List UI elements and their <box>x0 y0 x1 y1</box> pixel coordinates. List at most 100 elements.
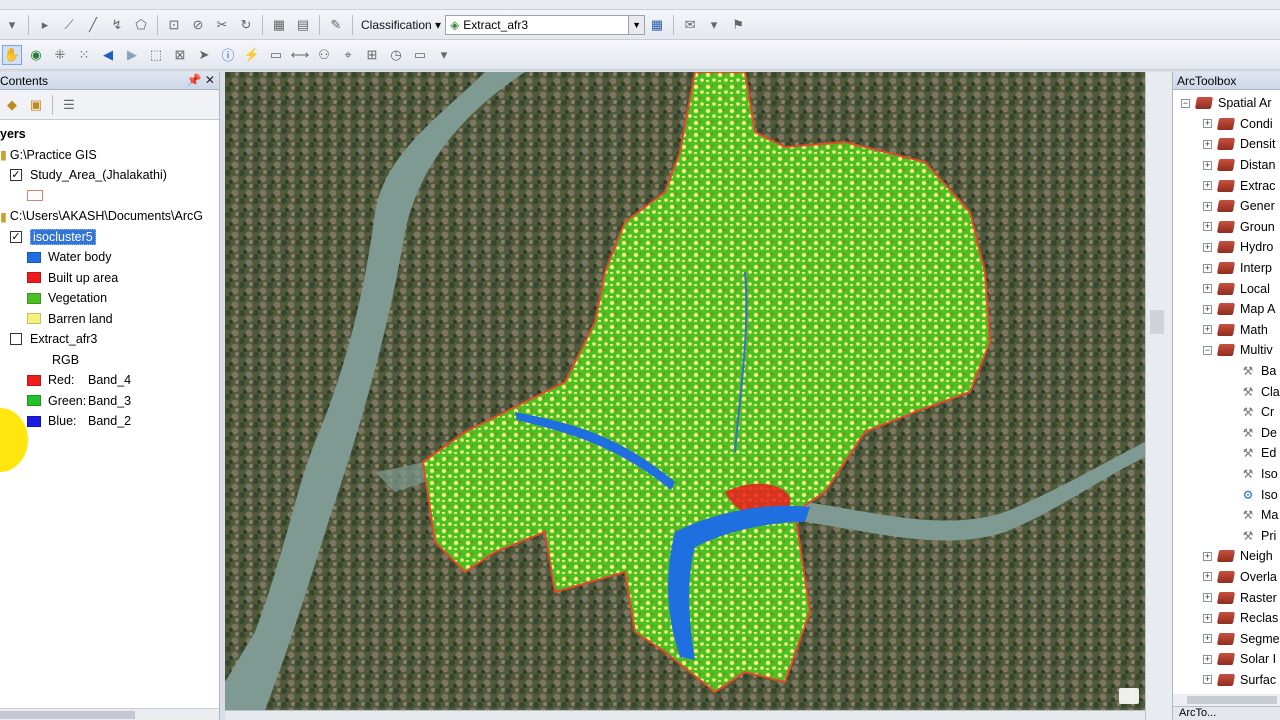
dropdown-arrow-icon[interactable]: ▾ <box>2 15 22 35</box>
map-tips-icon[interactable] <box>1119 688 1139 704</box>
list-by-source-icon[interactable]: ▣ <box>26 95 46 115</box>
toolset-item[interactable]: + Groun <box>1173 217 1280 238</box>
toolset-item[interactable]: + Segme <box>1173 628 1280 649</box>
tool-item[interactable]: ⚙ Iso <box>1173 484 1280 505</box>
rotate-tool-icon[interactable]: ↻ <box>236 15 256 35</box>
tool-item[interactable]: ⚒ Ba <box>1173 361 1280 382</box>
toolset-item[interactable]: + Reclas <box>1173 608 1280 629</box>
select-features-icon[interactable]: ⬚ <box>146 45 166 65</box>
layer-extract[interactable]: Extract_afr3 <box>0 329 219 350</box>
globe-icon[interactable]: ◉ <box>26 45 46 65</box>
chevron-down-icon[interactable]: ▾ <box>434 45 454 65</box>
sketch-properties-icon[interactable]: ▤ <box>293 15 313 35</box>
tool-item[interactable]: ⚒ Ed <box>1173 443 1280 464</box>
legend-class-row[interactable]: Barren land <box>0 309 219 330</box>
vertex-tool-icon[interactable]: ⊡ <box>164 15 184 35</box>
legend-class-row[interactable]: Vegetation <box>0 288 219 309</box>
select-elements-arrow-icon[interactable]: ➤ <box>194 45 214 65</box>
map-view[interactable] <box>225 72 1145 710</box>
toolset-item[interactable]: + Solar I <box>1173 649 1280 670</box>
toolset-item[interactable]: + Distan <box>1173 155 1280 176</box>
toolset-item[interactable]: + Interp <box>1173 258 1280 279</box>
envelope-icon[interactable]: ✉ <box>680 15 700 35</box>
toolset-item[interactable]: + Surfac <box>1173 670 1280 691</box>
scroll-thumb[interactable] <box>1187 696 1277 704</box>
splitter-handle[interactable] <box>1150 310 1164 334</box>
toolset-item[interactable]: + Hydro <box>1173 237 1280 258</box>
chevron-down-icon[interactable]: ▼ <box>628 15 645 34</box>
band-row[interactable]: Blue: Band_2 <box>0 411 219 432</box>
clear-selection-icon[interactable]: ⊠ <box>170 45 190 65</box>
toc-horizontal-scrollbar[interactable] <box>0 708 219 720</box>
back-arrow-icon[interactable]: ◀ <box>98 45 118 65</box>
expand-icon[interactable]: + <box>1203 613 1212 623</box>
expand-icon[interactable]: + <box>1203 222 1212 232</box>
create-features-icon[interactable]: ✎ <box>326 15 346 35</box>
trace-tool-icon[interactable]: ↯ <box>107 15 127 35</box>
band-row[interactable]: Red: Band_4 <box>0 370 219 391</box>
expand-icon[interactable]: + <box>1203 201 1212 211</box>
expand-icon[interactable]: + <box>1203 675 1212 685</box>
docking-splitter[interactable] <box>1145 72 1172 720</box>
extract-checkbox[interactable] <box>10 333 22 346</box>
polygon-tool-icon[interactable]: ⬠ <box>131 15 151 35</box>
toolbox-root[interactable]: − Spatial Ar <box>1173 93 1280 114</box>
expand-icon[interactable]: + <box>1203 572 1212 582</box>
classification-menu[interactable]: Classification ▾ <box>357 18 445 32</box>
toolbox-horizontal-scrollbar[interactable] <box>1173 694 1280 706</box>
expand-icon[interactable]: + <box>1203 634 1212 644</box>
time-slider-icon[interactable]: ◷ <box>386 45 406 65</box>
pan-hand-icon[interactable]: ✋ <box>2 44 22 65</box>
legend-class-row[interactable]: Water body <box>0 247 219 268</box>
tool-item[interactable]: ⚒ De <box>1173 423 1280 444</box>
go-to-xy-icon[interactable]: ⊞ <box>362 45 382 65</box>
measure-icon[interactable]: ⟷ <box>290 45 310 65</box>
layer-study-area[interactable]: ✓ Study_Area_(Jhalakathi) <box>0 165 219 186</box>
toolset-item[interactable]: − Multiv <box>1173 340 1280 361</box>
expand-icon[interactable]: + <box>1203 242 1212 252</box>
tool-item[interactable]: ⚒ Cla <box>1173 381 1280 402</box>
layer-isocluster[interactable]: ✓ isocluster5 <box>0 227 219 248</box>
expand-icon[interactable]: + <box>1203 325 1212 335</box>
toolset-item[interactable]: + Condi <box>1173 114 1280 135</box>
band-row[interactable]: Green: Band_3 <box>0 391 219 412</box>
pin-close-icons[interactable]: 📌 ✕ <box>187 73 215 87</box>
tool-item[interactable]: ⚒ Cr <box>1173 402 1280 423</box>
study-area-checkbox[interactable]: ✓ <box>10 169 22 182</box>
expand-icon[interactable]: − <box>1203 345 1212 355</box>
layers-root[interactable]: yers <box>0 124 219 145</box>
zoom-out-fixed-icon[interactable]: ⁙ <box>74 45 94 65</box>
group-documents[interactable]: ▮ C:\Users\AKASH\Documents\ArcG <box>0 206 219 227</box>
layer-combo[interactable]: ◈ Extract_afr3 ▼ <box>445 14 646 35</box>
expand-icon[interactable]: + <box>1203 119 1212 129</box>
attributes-icon[interactable]: ▦ <box>269 15 289 35</box>
line-tool-icon[interactable]: ╱ <box>83 15 103 35</box>
toolset-item[interactable]: + Neigh <box>1173 546 1280 567</box>
toolset-item[interactable]: + Extrac <box>1173 175 1280 196</box>
expand-icon[interactable]: + <box>1203 284 1212 294</box>
chevron-down-icon[interactable]: ▾ <box>704 15 724 35</box>
toolset-item[interactable]: + Map A <box>1173 299 1280 320</box>
arctoolbox-tab[interactable]: ArcTo... <box>1179 707 1216 719</box>
expand-icon[interactable]: + <box>1203 593 1212 603</box>
zoom-in-fixed-icon[interactable]: ⁜ <box>50 45 70 65</box>
toolset-item[interactable]: + Math <box>1173 320 1280 341</box>
toolset-item[interactable]: + Gener <box>1173 196 1280 217</box>
table-icon[interactable]: ▦ <box>647 15 667 35</box>
sketch-tool-icon[interactable]: ⟋ <box>59 15 79 35</box>
group-practice-gis[interactable]: ▮ G:\Practice GIS <box>0 145 219 166</box>
identify-icon[interactable]: ⓘ <box>218 45 238 65</box>
map-canvas[interactable] <box>225 72 1145 710</box>
expand-icon[interactable]: + <box>1203 551 1212 561</box>
hyperlink-icon[interactable]: ⚡ <box>242 45 262 65</box>
toolset-item[interactable]: + Overla <box>1173 567 1280 588</box>
expand-icon[interactable]: + <box>1203 181 1212 191</box>
expand-icon[interactable]: + <box>1203 304 1212 314</box>
toolset-item[interactable]: + Densit <box>1173 134 1280 155</box>
collapse-icon[interactable]: − <box>1181 98 1190 108</box>
tool-item[interactable]: ⚒ Ma <box>1173 505 1280 526</box>
flag-icon[interactable]: ⚑ <box>728 15 748 35</box>
cut-tool-icon[interactable]: ✂ <box>212 15 232 35</box>
legend-class-row[interactable]: Built up area <box>0 268 219 289</box>
find-route-icon[interactable]: ⌖ <box>338 45 358 65</box>
